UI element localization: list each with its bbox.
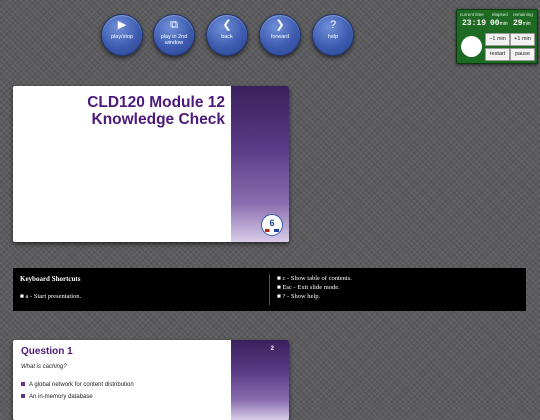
back-label: back xyxy=(221,34,233,40)
shortcuts-divider xyxy=(269,274,270,305)
slide-number: 2 xyxy=(270,346,274,352)
remaining-label: remaining xyxy=(513,12,533,17)
forward-button[interactable]: ❯ forward xyxy=(259,14,301,56)
chevron-right-icon: ❯ xyxy=(275,19,285,31)
bullet-icon xyxy=(21,394,25,399)
shortcut-item: ■ a - Start presentation. xyxy=(20,293,82,300)
shortcuts-heading: Keyboard Shortcuts xyxy=(20,275,81,283)
shortcut-item: ■ c - Show table of contents. xyxy=(277,275,352,282)
slide-1-thumbnail[interactable]: CLD120 Module 12 Knowledge Check 6 xyxy=(13,86,289,242)
help-button[interactable]: ? help xyxy=(312,14,354,56)
logo-icon: 6 xyxy=(261,214,283,236)
shortcut-item: ■ ? - Show help. xyxy=(277,293,321,300)
chevron-left-icon: ❮ xyxy=(222,19,232,31)
bullet-icon xyxy=(21,382,25,387)
answer-option[interactable]: An in-memory database xyxy=(21,394,93,400)
elapsed-label: elapsed xyxy=(492,12,508,17)
play-stop-label: play/stop xyxy=(110,34,133,40)
timer-progress-circle xyxy=(461,36,482,57)
current-time-label: current time xyxy=(460,12,484,17)
play-in-2nd-window-button[interactable]: ⧉ play in 2nd window xyxy=(153,14,195,56)
question-text: What is caching? xyxy=(21,364,67,370)
back-button[interactable]: ❮ back xyxy=(206,14,248,56)
keyboard-shortcuts-panel: Keyboard Shortcuts ■ a - Start presentat… xyxy=(13,268,526,311)
elapsed-value: 00min xyxy=(490,19,508,28)
restart-button[interactable]: restart xyxy=(485,48,510,61)
slide-purple-band xyxy=(231,340,289,420)
shortcut-item: ■ Esc - Exit slide mode. xyxy=(277,284,340,291)
window-icon: ⧉ xyxy=(170,19,178,31)
question-title: Question 1 xyxy=(21,346,73,357)
minus-1-min-button[interactable]: −1 min xyxy=(485,33,510,46)
current-time-value: 23:19 xyxy=(462,19,487,28)
slide-title: CLD120 Module 12 Knowledge Check xyxy=(87,94,225,128)
play-icon: ▶ xyxy=(117,19,127,31)
play-stop-button[interactable]: ▶ play/stop xyxy=(101,14,143,56)
pause-button[interactable]: pause xyxy=(510,48,535,61)
answer-option[interactable]: A global network for content distributio… xyxy=(21,382,134,388)
slide-2-thumbnail[interactable]: 2 Question 1 What is caching? A global n… xyxy=(13,340,289,420)
question-icon: ? xyxy=(329,19,337,31)
help-label: help xyxy=(327,34,339,40)
remaining-value: 29min xyxy=(513,19,531,28)
forward-label: forward xyxy=(270,34,290,40)
plus-1-min-button[interactable]: +1 min xyxy=(510,33,535,46)
presenter-timer: current time elapsed remaining 23:19 00m… xyxy=(456,9,538,64)
play-in-2nd-window-label: play in 2nd window xyxy=(160,34,188,46)
